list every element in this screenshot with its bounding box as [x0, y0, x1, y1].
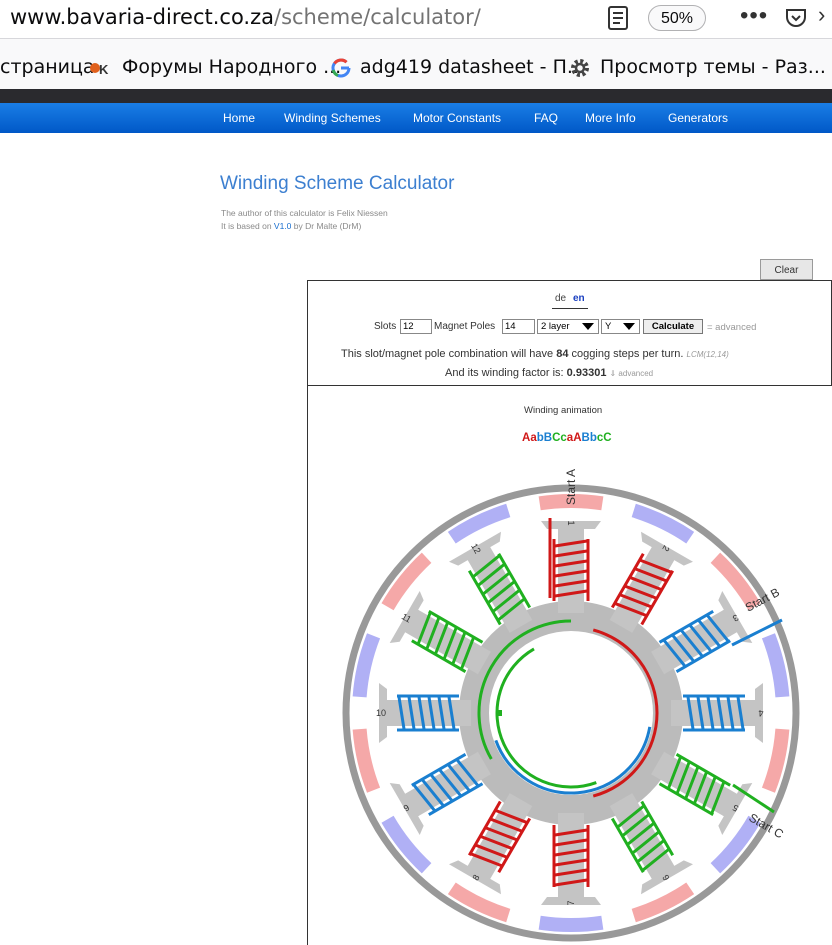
author-note: The author of this calculator is Felix N… [221, 208, 388, 218]
clear-button[interactable]: Clear [760, 259, 813, 280]
layer-select[interactable]: 2 layer [537, 319, 599, 334]
sequence-letter: A [573, 432, 582, 444]
cogging-info: This slot/magnet pole combination will h… [341, 348, 729, 360]
slot-number: 7 [566, 900, 576, 905]
start-c-label: Start C [747, 810, 787, 841]
nav-winding-schemes[interactable]: Winding Schemes [284, 111, 381, 125]
stator-tooth: 7 [541, 813, 601, 906]
start-a-label: Start A [564, 469, 578, 505]
chevron-down-icon [582, 323, 594, 330]
chevron-down-icon [623, 323, 635, 330]
sequence-letter: b [589, 432, 597, 444]
advanced-toggle[interactable]: ⇓ advanced [610, 369, 654, 378]
based-on-note: It is based on V1.0 by Dr Malte (DrM) [221, 221, 362, 231]
magnet [352, 633, 381, 698]
google-favicon-icon [331, 58, 351, 78]
tooth-shank [558, 523, 584, 613]
overflow-chevron-icon[interactable]: › [818, 2, 825, 28]
page-actions-menu[interactable]: ••• [740, 2, 768, 30]
svg-text:K: K [99, 62, 109, 77]
slot-number: 10 [376, 708, 386, 718]
stator-tooth: 10 [376, 683, 471, 743]
stator-diagram: 123456789101112Start AStart BStart C [342, 469, 800, 942]
poles-input[interactable]: 14 [502, 319, 535, 334]
sequence-letter: b [536, 432, 544, 444]
tab-strip-edge [0, 89, 832, 103]
bookmark-4[interactable]: Просмотр темы - Раз... [600, 56, 826, 78]
language-underline [552, 308, 588, 309]
magnet [352, 728, 381, 793]
pocket-icon[interactable] [784, 6, 808, 30]
forum-favicon-icon: K [90, 62, 109, 77]
url-text[interactable]: www.bavaria-direct.co.za/scheme/calculat… [10, 5, 481, 29]
slots-label: Slots [374, 321, 397, 332]
star-point [496, 710, 502, 716]
winding-factor-info: And its winding factor is: 0.93301 ⇓ adv… [445, 367, 654, 379]
nav-faq[interactable]: FAQ [534, 111, 558, 125]
cogging-value: 84 [556, 348, 569, 360]
slot-number: 1 [566, 520, 576, 525]
v1-link[interactable]: V1.0 [274, 221, 292, 231]
language-en[interactable]: en [573, 293, 585, 304]
bookmark-2[interactable]: Форумы Народного ... [122, 56, 341, 78]
winding-factor-value: 0.93301 [566, 367, 607, 379]
magnet [538, 915, 604, 932]
winding-sequence: AabBCcaABbcC [522, 432, 612, 444]
page-title: Winding Scheme Calculator [220, 173, 455, 194]
bookmark-1[interactable]: страница [0, 56, 95, 78]
nav-generators[interactable]: Generators [668, 111, 728, 125]
tooth-shank [381, 700, 471, 726]
reader-view-icon[interactable] [606, 4, 630, 32]
connection-select[interactable]: Y [601, 319, 640, 334]
magnet [761, 633, 790, 698]
zoom-level-button[interactable]: 50% [648, 5, 706, 31]
lcm-note: LCM(12,14) [686, 350, 729, 359]
sequence-letter: C [603, 432, 612, 444]
magnet [761, 728, 790, 793]
tooth-shank [558, 813, 584, 903]
stator-tooth: 4 [671, 683, 764, 743]
sequence-letter: B [581, 432, 590, 444]
bookmark-3[interactable]: adg419 datasheet - П... [360, 56, 585, 78]
language-de[interactable]: de [555, 293, 566, 304]
calculate-button[interactable]: Calculate [643, 319, 703, 334]
nav-home[interactable]: Home [223, 111, 255, 125]
sequence-letter: B [543, 432, 553, 444]
poles-label: Magnet Poles [434, 321, 496, 332]
gear-favicon-icon [571, 59, 589, 77]
slots-input[interactable]: 12 [400, 319, 432, 334]
tooth-shank [671, 700, 761, 726]
nav-motor-constants[interactable]: Motor Constants [413, 111, 501, 125]
animation-title: Winding animation [524, 405, 603, 416]
advanced-link[interactable]: = advanced [707, 322, 756, 333]
stator-core [459, 601, 683, 825]
slot-number: 4 [758, 708, 763, 718]
nav-more-info[interactable]: More Info [585, 111, 636, 125]
